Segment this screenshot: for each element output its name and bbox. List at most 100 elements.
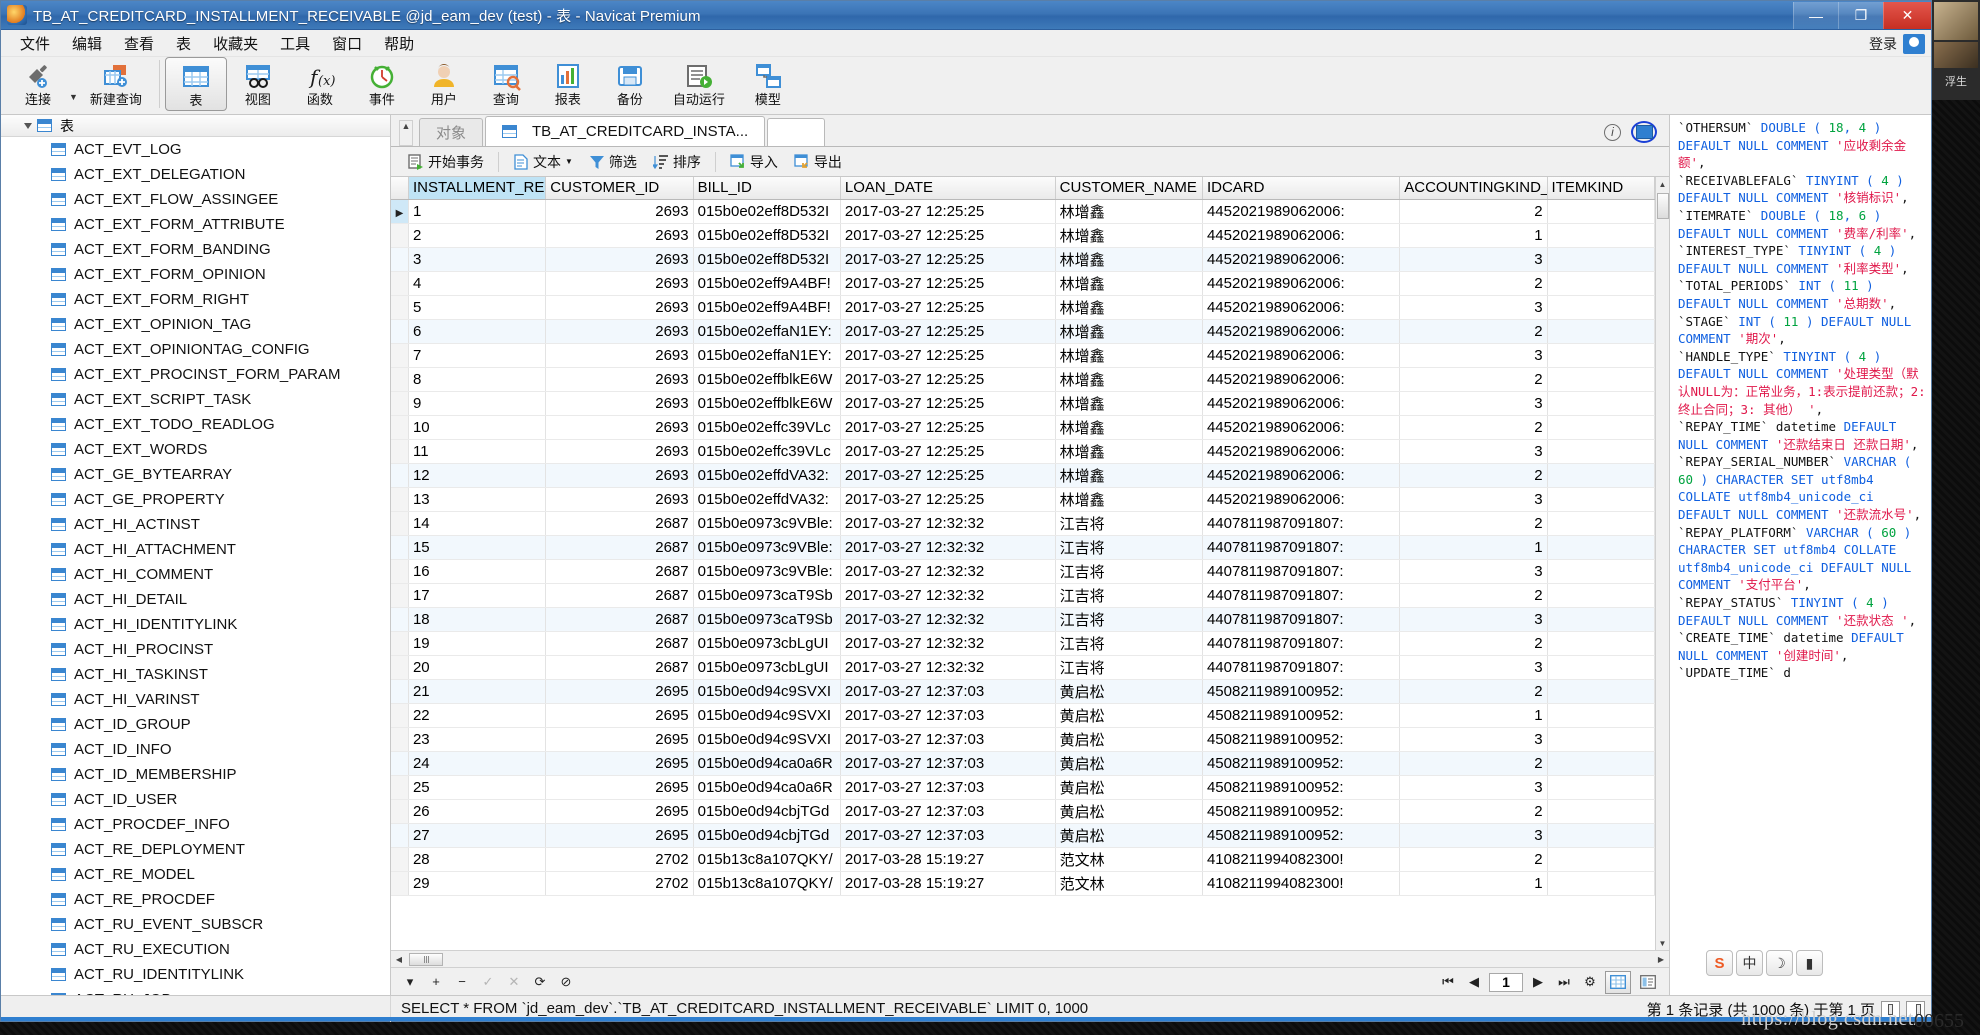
row-marker[interactable] (391, 751, 409, 776)
sidebar-item-act-hi-comment[interactable]: ACT_HI_COMMENT (1, 562, 390, 587)
sidebar-item-act-ext-opinion-tag[interactable]: ACT_EXT_OPINION_TAG (1, 312, 390, 337)
cell-installment-rece[interactable]: 6 (408, 319, 547, 344)
sidebar-item-act-hi-attachment[interactable]: ACT_HI_ATTACHMENT (1, 537, 390, 562)
cell-customer-id[interactable]: 2687 (545, 583, 694, 608)
previous-page-button[interactable]: ◀ (1463, 971, 1485, 993)
cell-accountingkind[interactable]: 1 (1399, 871, 1548, 896)
cell-bill-id[interactable]: 015b0e0973caT9Sb (693, 583, 841, 608)
cell-idcard[interactable]: 4407811987091807: (1202, 511, 1401, 536)
table-row[interactable]: 29 2702 015b13c8a107QKY/2017-03-28 15:19:2… (391, 871, 1655, 896)
cell-loan-date[interactable]: 2017-03-27 12:25:25 (840, 247, 1056, 272)
cell-itemkind[interactable] (1547, 511, 1655, 536)
cell-itemkind[interactable] (1547, 343, 1655, 368)
table-row[interactable]: 15 2687 015b0e0973c9VBle: 2017-03-27 12:32:… (391, 535, 1655, 560)
cell-customer-id[interactable]: 2695 (545, 727, 694, 752)
cell-idcard[interactable]: 4407811987091807: (1202, 535, 1401, 560)
cell-customer-name[interactable]: 黄启松 (1055, 751, 1203, 776)
toolbar-view[interactable]: 视图 (227, 57, 289, 113)
stop-button[interactable]: ⊘ (555, 971, 577, 993)
account-avatar-icon[interactable] (1903, 33, 1925, 54)
cell-customer-name[interactable]: 黄启松 (1055, 799, 1203, 824)
row-marker[interactable] (391, 871, 409, 896)
cell-accountingkind[interactable]: 2 (1399, 679, 1548, 704)
cell-idcard[interactable]: 4108211994082300! (1202, 847, 1401, 872)
row-marker[interactable] (391, 703, 409, 728)
cell-idcard[interactable]: 4452021989062006: (1202, 463, 1401, 488)
cell-customer-name[interactable]: 林增鑫 (1055, 367, 1203, 392)
table-row[interactable]: 28 2702 015b13c8a107QKY/2017-03-28 15:19:2… (391, 847, 1655, 872)
cell-installment-rece[interactable]: 25 (408, 775, 547, 800)
toolbar-backup[interactable]: 备份 (599, 57, 661, 113)
sidebar-item-act-ext-form-attribute[interactable]: ACT_EXT_FORM_ATTRIBUTE (1, 212, 390, 237)
row-marker[interactable] (391, 679, 409, 704)
toolbar-model[interactable]: 模型 (737, 57, 799, 113)
cell-bill-id[interactable]: 015b0e02eff9A4BF! (693, 295, 841, 320)
sidebar-item-act-ge-bytearray[interactable]: ACT_GE_BYTEARRAY (1, 462, 390, 487)
cell-customer-name[interactable]: 林增鑫 (1055, 439, 1203, 464)
table-row[interactable]: 9 2693 015b0e02effblkE6W 2017-03-27 12:25:2… (391, 391, 1655, 416)
table-row[interactable]: 24 2695 015b0e0d94ca0a6R 2017-03-27 12:37:0… (391, 751, 1655, 776)
cell-itemkind[interactable] (1547, 391, 1655, 416)
row-marker[interactable] (391, 823, 409, 848)
sidebar-item-act-ru-event-subscr[interactable]: ACT_RU_EVENT_SUBSCR (1, 912, 390, 937)
cell-customer-id[interactable]: 2695 (545, 823, 694, 848)
ddl-preview-panel[interactable]: `OTHERSUM` DOUBLE ( 18, 4 ) DEFAULT NULL… (1669, 115, 1931, 995)
sidebar-item-act-ext-script-task[interactable]: ACT_EXT_SCRIPT_TASK (1, 387, 390, 412)
cell-itemkind[interactable] (1547, 871, 1655, 896)
row-marker[interactable] (391, 463, 409, 488)
cell-installment-rece[interactable]: 1 (408, 199, 547, 224)
cell-loan-date[interactable]: 2017-03-27 12:25:25 (840, 199, 1056, 224)
cell-accountingkind[interactable]: 2 (1399, 799, 1548, 824)
cell-loan-date[interactable]: 2017-03-27 12:25:25 (840, 439, 1056, 464)
sidebar-item-act-re-procdef[interactable]: ACT_RE_PROCDEF (1, 887, 390, 912)
cell-installment-rece[interactable]: 2 (408, 223, 547, 248)
cell-customer-name[interactable]: 黄启松 (1055, 679, 1203, 704)
ime-moon-icon[interactable]: ☽ (1766, 950, 1793, 976)
info-icon[interactable]: i (1604, 123, 1621, 141)
menu-item-help[interactable]: 帮助 (373, 30, 425, 57)
cell-loan-date[interactable]: 2017-03-27 12:25:25 (840, 223, 1056, 248)
row-marker[interactable] (391, 271, 409, 296)
hscroll-thumb[interactable] (409, 952, 443, 966)
cell-accountingkind[interactable]: 2 (1399, 631, 1548, 656)
column-header-customer-name[interactable]: CUSTOMER_NAME (1055, 177, 1203, 200)
row-marker[interactable] (391, 535, 409, 560)
toolbar-new-query[interactable]: 新建查询 (78, 57, 154, 113)
table-row[interactable]: 14 2687 015b0e0973c9VBle: 2017-03-27 12:32:… (391, 511, 1655, 536)
cell-customer-name[interactable]: 黄启松 (1055, 727, 1203, 752)
cell-itemkind[interactable] (1547, 319, 1655, 344)
cell-itemkind[interactable] (1547, 247, 1655, 272)
row-marker[interactable] (391, 415, 409, 440)
table-row[interactable]: 26 2695 015b0e0d94cbjTGd 2017-03-27 12:37:0… (391, 799, 1655, 824)
column-header-idcard[interactable]: IDCARD (1202, 177, 1401, 200)
menu-item-favorites[interactable]: 收藏夹 (202, 30, 269, 57)
cell-loan-date[interactable]: 2017-03-27 12:25:25 (840, 415, 1056, 440)
table-row[interactable]: 4 2693 015b0e02eff9A4BF! 2017-03-27 12:25:2… (391, 271, 1655, 296)
cell-customer-name[interactable]: 江吉将 (1055, 655, 1203, 680)
cell-itemkind[interactable] (1547, 535, 1655, 560)
cell-customer-id[interactable]: 2695 (545, 775, 694, 800)
cell-installment-rece[interactable]: 9 (408, 391, 547, 416)
cell-idcard[interactable]: 4108211994082300! (1202, 871, 1401, 896)
table-row[interactable]: 12 2693 015b0e02effdVA32: 2017-03-27 12:25:… (391, 463, 1655, 488)
cell-idcard[interactable]: 4452021989062006: (1202, 439, 1401, 464)
cell-installment-rece[interactable]: 26 (408, 799, 547, 824)
toolbar-event[interactable]: 事件 (351, 57, 413, 113)
cell-customer-id[interactable]: 2687 (545, 511, 694, 536)
cell-loan-date[interactable]: 2017-03-27 12:25:25 (840, 367, 1056, 392)
table-row[interactable]: 19 2687 015b0e0973cbLgUI 2017-03-27 12:32:3… (391, 631, 1655, 656)
cell-itemkind[interactable] (1547, 751, 1655, 776)
cell-accountingkind[interactable]: 3 (1399, 343, 1548, 368)
menu-item-file[interactable]: 文件 (9, 30, 61, 57)
filter-button[interactable]: 筛选 (582, 150, 644, 174)
cell-customer-name[interactable]: 黄启松 (1055, 703, 1203, 728)
cell-accountingkind[interactable]: 3 (1399, 775, 1548, 800)
cell-idcard[interactable]: 4407811987091807: (1202, 583, 1401, 608)
cell-bill-id[interactable]: 015b0e0d94c9SVXI (693, 679, 841, 704)
cell-itemkind[interactable] (1547, 775, 1655, 800)
cell-bill-id[interactable]: 015b0e0973cbLgUI (693, 631, 841, 656)
table-row[interactable]: 6 2693 015b0e02effaN1EY: 2017-03-27 12:25:2… (391, 319, 1655, 344)
cell-installment-rece[interactable]: 13 (408, 487, 547, 512)
toolbar-report[interactable]: 报表 (537, 57, 599, 113)
cell-bill-id[interactable]: 015b0e0d94cbjTGd (693, 823, 841, 848)
